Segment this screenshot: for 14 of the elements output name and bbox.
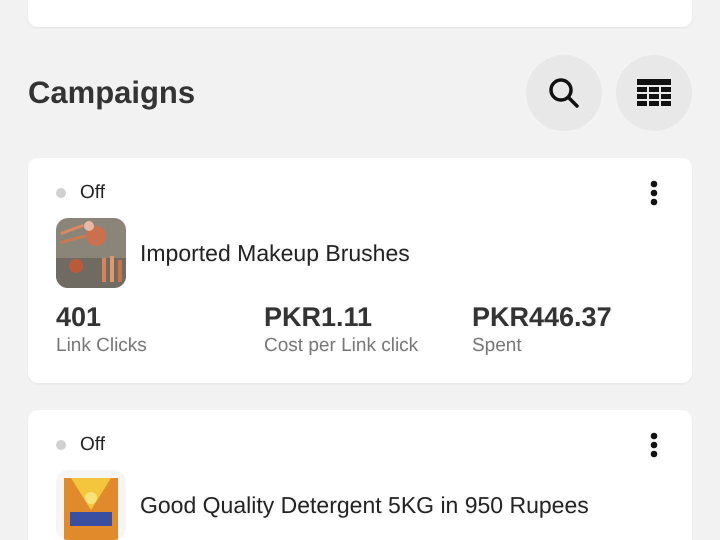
- more-icon: [650, 180, 658, 206]
- campaign-name[interactable]: Imported Makeup Brushes: [140, 240, 410, 266]
- metric-value: PKR1.11: [264, 302, 374, 333]
- metric-value: PKR446.37: [472, 302, 613, 333]
- campaign-name[interactable]: Good Quality Detergent 5KG in 950 Rupees: [140, 492, 589, 518]
- metric-label: Cost per Link click: [264, 335, 420, 357]
- metric-value: 401: [56, 302, 102, 333]
- metric-label: Spent: [472, 335, 523, 357]
- status-label: Off: [80, 182, 106, 204]
- table-icon: [637, 79, 671, 107]
- metric-label: Link Clicks: [56, 335, 148, 357]
- section-title: Campaigns: [28, 75, 196, 111]
- more-icon: [650, 432, 658, 458]
- status-label: Off: [80, 434, 106, 456]
